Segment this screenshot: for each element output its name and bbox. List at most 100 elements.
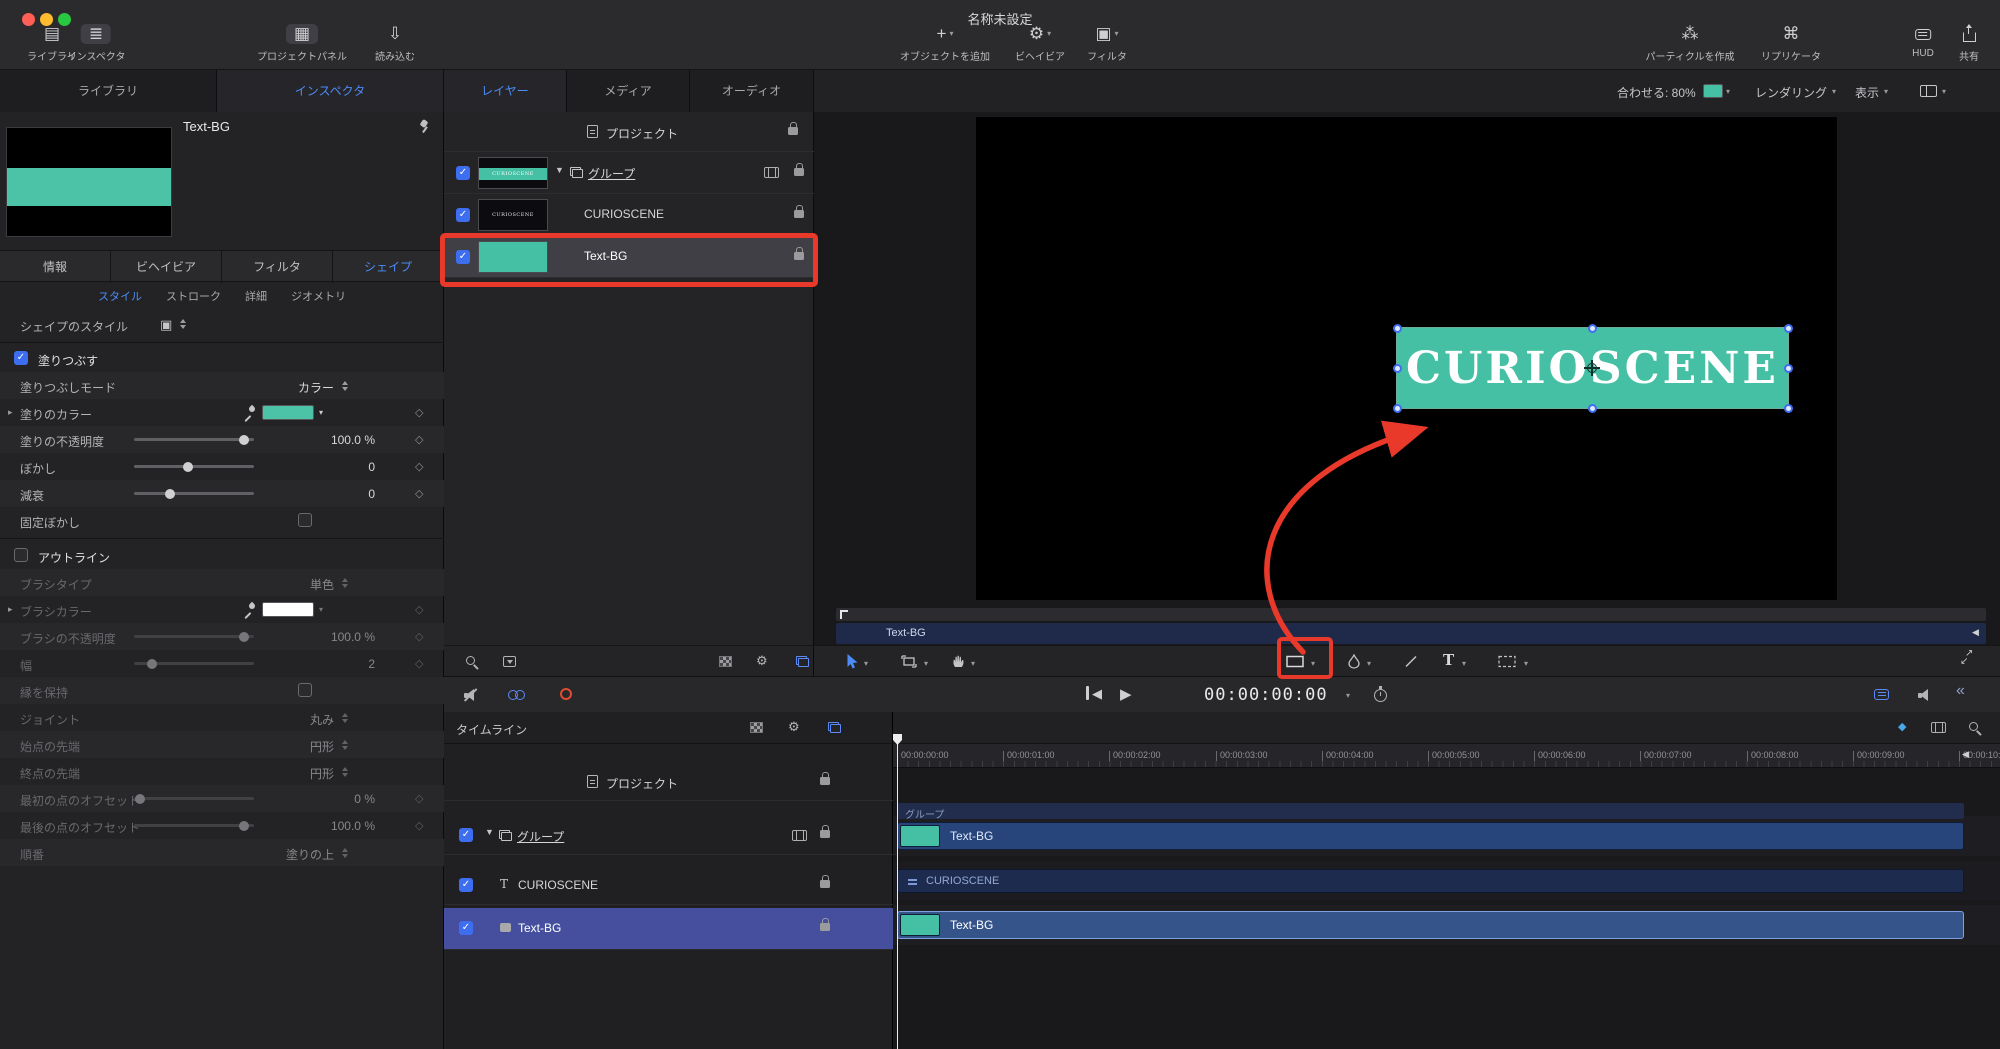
layers-view-icon[interactable] (828, 722, 841, 733)
inspector-tab-filters[interactable]: フィルタ (222, 251, 333, 283)
hand-tool[interactable] (952, 654, 966, 673)
paint-stroke-tool[interactable] (1348, 653, 1360, 674)
lock-icon[interactable] (788, 122, 798, 135)
timeline-row-group[interactable]: ✓ ▼ グループ (444, 816, 893, 855)
fixed-feather-checkbox[interactable] (298, 513, 312, 527)
window-layout-icon[interactable] (1920, 85, 1937, 97)
group-track-bar[interactable]: グループ (897, 803, 1964, 821)
inspector-tab-shape[interactable]: シェイプ (333, 251, 444, 283)
record-icon[interactable] (560, 688, 572, 700)
lock-icon[interactable] (820, 875, 830, 888)
view-menu[interactable]: 表示 (1855, 84, 1879, 101)
selection-handle[interactable] (1392, 403, 1402, 413)
popup-updown-icon[interactable] (342, 578, 348, 588)
mini-timeline-bar[interactable]: Text-BG ◀ (836, 623, 1986, 644)
last-offset-slider[interactable] (134, 820, 254, 831)
brush-opacity-value[interactable]: 100.0 (331, 630, 361, 644)
transform-tool[interactable] (901, 655, 917, 673)
tab-inspector[interactable]: インスペクタ (217, 70, 444, 112)
select-tool[interactable] (846, 653, 859, 675)
brush-width-value[interactable]: 2 (368, 657, 375, 671)
link-icon[interactable] (508, 690, 525, 700)
track-bar-shape[interactable]: Text-BG (897, 822, 1964, 850)
feather-value[interactable]: 0 (368, 460, 375, 474)
preserve-checkbox[interactable] (298, 683, 312, 697)
selection-handle[interactable] (1587, 403, 1597, 413)
preset-icon[interactable]: ▣ (160, 317, 172, 333)
fill-color-swatch[interactable] (262, 405, 314, 420)
selection-handle[interactable] (1392, 323, 1402, 333)
checkerboard-icon[interactable] (750, 722, 763, 733)
timecode-display[interactable]: 00:00:00:00 (1204, 685, 1328, 705)
keyframe-icon[interactable]: ◇ (415, 657, 423, 670)
play-icon[interactable]: ▶ (1120, 685, 1132, 703)
lock-icon[interactable] (820, 772, 830, 785)
eyedropper-icon[interactable] (242, 603, 255, 616)
keyframe-icon[interactable]: ◇ (415, 406, 423, 419)
layers-view-icon[interactable] (796, 656, 809, 667)
import-button[interactable]: ⇩ 読み込む (375, 24, 415, 64)
popup-updown-icon[interactable] (342, 713, 348, 723)
stopwatch-icon[interactable] (1374, 686, 1387, 702)
timeline-row-project[interactable]: プロジェクト (444, 765, 893, 801)
track-bar-shape-selected[interactable]: Text-BG (897, 911, 1964, 939)
collapse-icon[interactable]: « (1956, 682, 1965, 700)
search-icon[interactable] (466, 656, 475, 665)
tab-media[interactable]: メディア (567, 70, 690, 112)
inspector-tab-behaviors[interactable]: ビヘイビア (111, 251, 222, 283)
brush-color-swatch[interactable] (262, 602, 314, 617)
go-to-start-bar[interactable] (1086, 686, 1089, 700)
replicator-button[interactable]: ⌘ リプリケータ (1761, 24, 1821, 64)
disclosure-open-icon[interactable]: ▼ (485, 827, 494, 837)
anchor-point[interactable] (1584, 360, 1600, 376)
mini-timeline-track[interactable] (836, 608, 1986, 621)
zoom-icon[interactable] (1969, 722, 1978, 731)
selection-handle[interactable] (1587, 323, 1597, 333)
share-button[interactable]: 共有 (1959, 24, 1979, 63)
fill-opacity-slider[interactable] (134, 434, 254, 445)
play-range-start-marker[interactable] (840, 610, 848, 619)
brush-type-value[interactable]: 単色 (190, 576, 334, 593)
track-bar-text[interactable]: CURIOSCENE (897, 869, 1964, 893)
composition-canvas[interactable]: CURIOSCENE (976, 117, 1837, 600)
preset-updown-icon[interactable] (180, 319, 186, 329)
layer-checkbox[interactable]: ✓ (459, 921, 473, 935)
selection-handle[interactable] (1392, 363, 1402, 373)
filter-list-icon[interactable] (503, 656, 516, 667)
subtab-stroke[interactable]: ストローク (166, 288, 221, 304)
falloff-value[interactable]: 0 (368, 487, 375, 501)
tab-audio[interactable]: オーディオ (690, 70, 814, 112)
layer-checkbox[interactable]: ✓ (459, 828, 473, 842)
disclosure-icon[interactable]: ▸ (8, 407, 13, 418)
layer-checkbox[interactable]: ✓ (459, 878, 473, 892)
disclosure-icon[interactable]: ▸ (8, 604, 13, 615)
text-tool[interactable]: T (1443, 651, 1454, 669)
layer-row-text[interactable]: ✓ CURIOSCENE CURIOSCENE (444, 194, 814, 236)
mute-icon[interactable] (463, 688, 478, 702)
selection-handle[interactable] (1783, 363, 1793, 373)
lock-icon[interactable] (794, 247, 804, 260)
outline-checkbox[interactable] (14, 548, 28, 562)
hud-toggle-icon[interactable] (1874, 689, 1889, 700)
line-tool[interactable] (1405, 655, 1417, 673)
joint-value[interactable]: 丸み (190, 711, 334, 728)
timeline-row-shape-selected[interactable]: ✓ Text-BG (444, 908, 893, 950)
fill-checkbox[interactable]: ✓ (14, 351, 28, 365)
fullscreen-button[interactable]: ↗ ↙ (1960, 648, 1974, 672)
filters-button[interactable]: ▣ ▾ フィルタ (1087, 24, 1127, 64)
brush-width-slider[interactable] (134, 658, 254, 669)
rectangle-tool[interactable] (1286, 655, 1304, 673)
feather-slider[interactable] (134, 461, 254, 472)
behaviors-button[interactable]: ⚙ ▾ ビヘイビア (1015, 24, 1065, 64)
subtab-style[interactable]: スタイル (98, 288, 142, 304)
make-particles-button[interactable]: ⁂ パーティクルを作成 (1645, 24, 1734, 64)
order-value[interactable]: 塗りの上 (190, 846, 334, 863)
popup-updown-icon[interactable] (342, 740, 348, 750)
first-offset-slider[interactable] (134, 793, 254, 804)
last-offset-value[interactable]: 100.0 (331, 819, 361, 833)
hud-button[interactable]: HUD (1912, 24, 1934, 59)
eyedropper-icon[interactable] (242, 406, 255, 419)
checkerboard-icon[interactable] (719, 656, 732, 667)
layer-row-group[interactable]: ✓ CURIOSCENE ▼ グループ (444, 152, 814, 194)
popup-updown-icon[interactable] (342, 848, 348, 858)
